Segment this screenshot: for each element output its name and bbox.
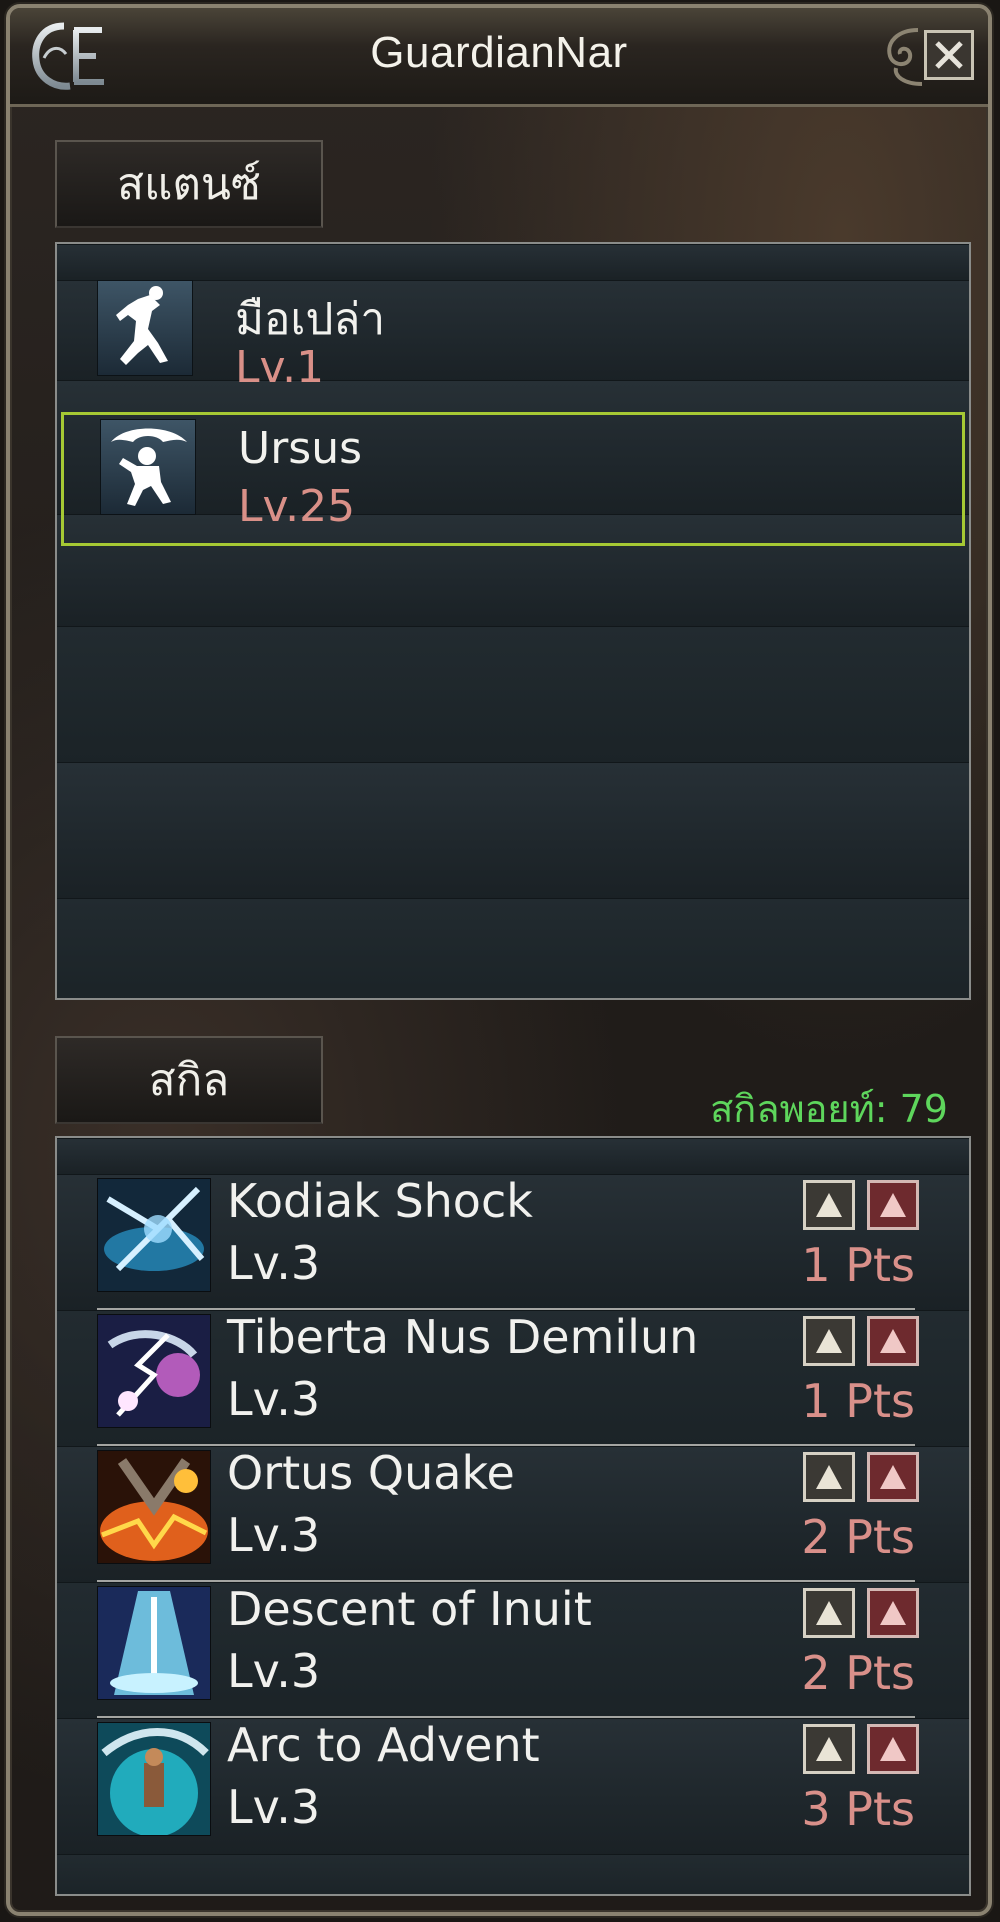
list-row-background [57,626,969,763]
close-button[interactable] [924,30,974,80]
triangle-up-icon [880,1601,906,1625]
level-up-button[interactable] [803,1724,855,1774]
triangle-up-icon [816,1193,842,1217]
skill-cost: 2 Pts [801,1510,915,1564]
window-title: GuardianNar [370,28,628,77]
skill-name: Arc to Advent [227,1718,540,1772]
skill-level: Lv.3 [227,1372,321,1426]
close-icon [935,41,963,69]
skill-cost: 1 Pts [801,1374,915,1428]
skill-name: Descent of Inuit [227,1582,592,1636]
ortus-quake-icon [97,1450,211,1564]
list-row-background [57,898,969,998]
skill-level: Lv.3 [227,1236,321,1290]
ursus-stance-icon [100,419,196,515]
unarmed-stance-icon [97,280,193,376]
skill-name: Tiberta Nus Demilun [227,1310,699,1364]
skill-row-arc-to-advent[interactable]: Arc to Advent Lv.3 3 Pts [89,1718,949,1850]
descent-of-inuit-icon [97,1586,211,1700]
list-row-background [57,1854,969,1894]
triangle-up-icon [816,1601,842,1625]
level-up-button[interactable] [803,1316,855,1366]
skill-level: Lv.3 [227,1780,321,1834]
title-bar[interactable]: GuardianNar [10,8,988,107]
kodiak-shock-icon [97,1178,211,1292]
skill-upgrade-button[interactable] [867,1316,919,1366]
triangle-up-icon [880,1329,906,1353]
level-up-button[interactable] [803,1588,855,1638]
stance-level: Lv.25 [238,481,356,532]
level-up-button[interactable] [803,1452,855,1502]
list-row-background [57,762,969,899]
stance-list: มือเปล่า Lv.1 Ursus Lv.25 [55,242,971,1000]
triangle-up-icon [816,1737,842,1761]
tab-skill[interactable]: สกิล [55,1036,323,1124]
arc-to-advent-icon [97,1722,211,1836]
stance-item-unarmed[interactable]: มือเปล่า Lv.1 [61,276,965,410]
tiberta-nus-demilun-icon [97,1314,211,1428]
stance-skill-window: GuardianNar สแตนซ์ มือเปล่า Lv.1 Ursus L… [6,4,992,1916]
ornament-icon [887,28,923,86]
skill-level: Lv.3 [227,1644,321,1698]
triangle-up-icon [816,1329,842,1353]
triangle-up-icon [880,1465,906,1489]
skill-cost: 3 Pts [801,1782,915,1836]
skill-upgrade-button[interactable] [867,1724,919,1774]
stance-level: Lv.1 [235,342,325,393]
list-row-background [57,1138,969,1175]
skill-name: Kodiak Shock [227,1174,533,1228]
stance-item-ursus[interactable]: Ursus Lv.25 [61,412,965,546]
skill-row-descent-of-inuit[interactable]: Descent of Inuit Lv.3 2 Pts [89,1582,949,1718]
triangle-up-icon [880,1193,906,1217]
skill-upgrade-button[interactable] [867,1180,919,1230]
skill-level: Lv.3 [227,1508,321,1562]
skill-row-kodiak-shock[interactable]: Kodiak Shock Lv.3 1 Pts [89,1174,949,1310]
skill-upgrade-button[interactable] [867,1452,919,1502]
tab-stance[interactable]: สแตนซ์ [55,140,323,228]
skill-cost: 2 Pts [801,1646,915,1700]
stance-name: Ursus [238,423,363,474]
triangle-up-icon [880,1737,906,1761]
skill-points-counter: สกิลพอยท์: 79 [710,1087,948,1131]
skill-name: Ortus Quake [227,1446,515,1500]
skill-upgrade-button[interactable] [867,1588,919,1638]
skill-row-tiberta-nus-demilun[interactable]: Tiberta Nus Demilun Lv.3 1 Pts [89,1310,949,1446]
skill-row-ortus-quake[interactable]: Ortus Quake Lv.3 2 Pts [89,1446,949,1582]
skill-list: Kodiak Shock Lv.3 1 Pts Tiberta Nus Demi… [55,1136,971,1896]
skill-cost: 1 Pts [801,1238,915,1292]
level-up-button[interactable] [803,1180,855,1230]
triangle-up-icon [816,1465,842,1489]
